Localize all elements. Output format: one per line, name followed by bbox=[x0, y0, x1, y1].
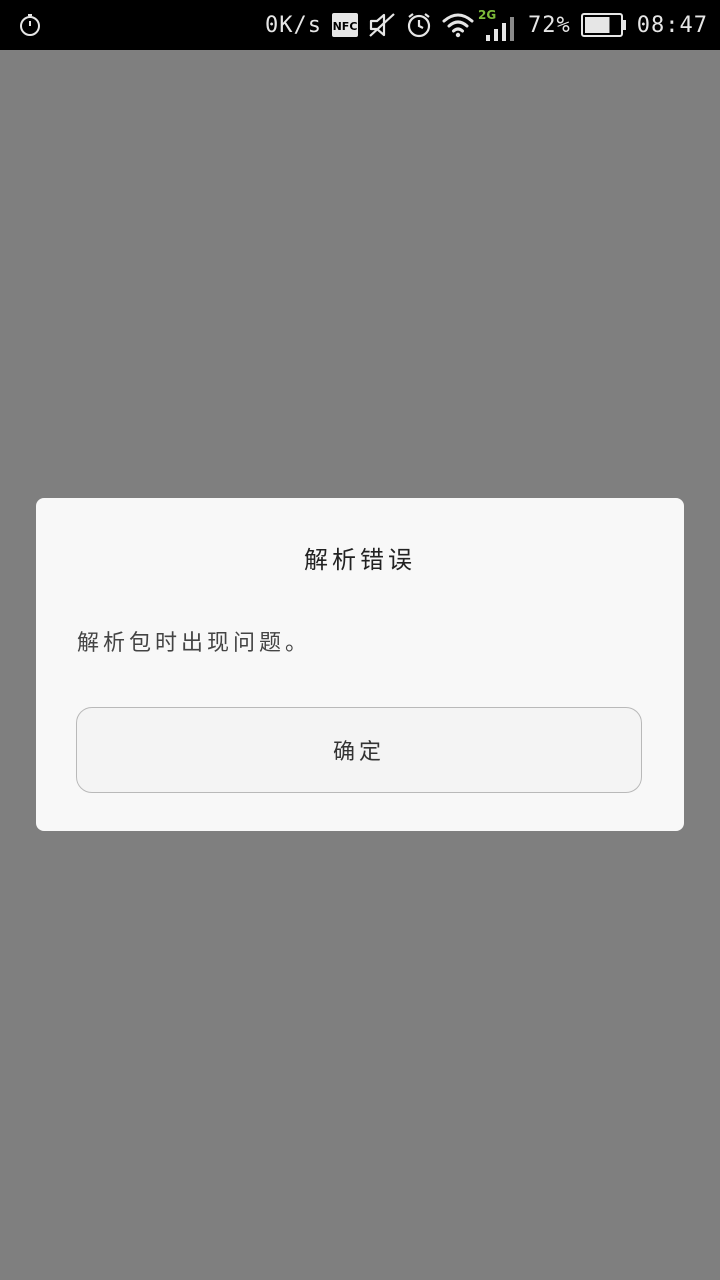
battery-percent: 72% bbox=[528, 12, 571, 38]
dialog-message: 解析包时出现问题。 bbox=[77, 631, 312, 656]
dialog-title: 解析错误 bbox=[304, 546, 416, 574]
silent-icon bbox=[369, 13, 395, 37]
ok-button-label: 确定 bbox=[332, 740, 385, 765]
network-speed: 0K/s bbox=[265, 12, 323, 38]
battery-icon bbox=[580, 13, 626, 37]
clock: 08:47 bbox=[636, 12, 708, 38]
status-bar: 0K/s NFC 2G 72% 08:47 bbox=[0, 0, 720, 50]
signal-icon: 2G bbox=[478, 5, 518, 45]
nfc-label: NFC bbox=[333, 20, 358, 33]
alarm-icon bbox=[407, 13, 431, 38]
wifi-icon bbox=[442, 13, 474, 38]
parse-error-dialog: 解析错误 解析包时出现问题。 确定 bbox=[36, 498, 684, 831]
nfc-icon: NFC bbox=[332, 13, 359, 37]
ok-button[interactable]: 确定 bbox=[76, 707, 642, 793]
battery-fill bbox=[584, 17, 610, 33]
stopwatch-icon bbox=[18, 13, 42, 37]
